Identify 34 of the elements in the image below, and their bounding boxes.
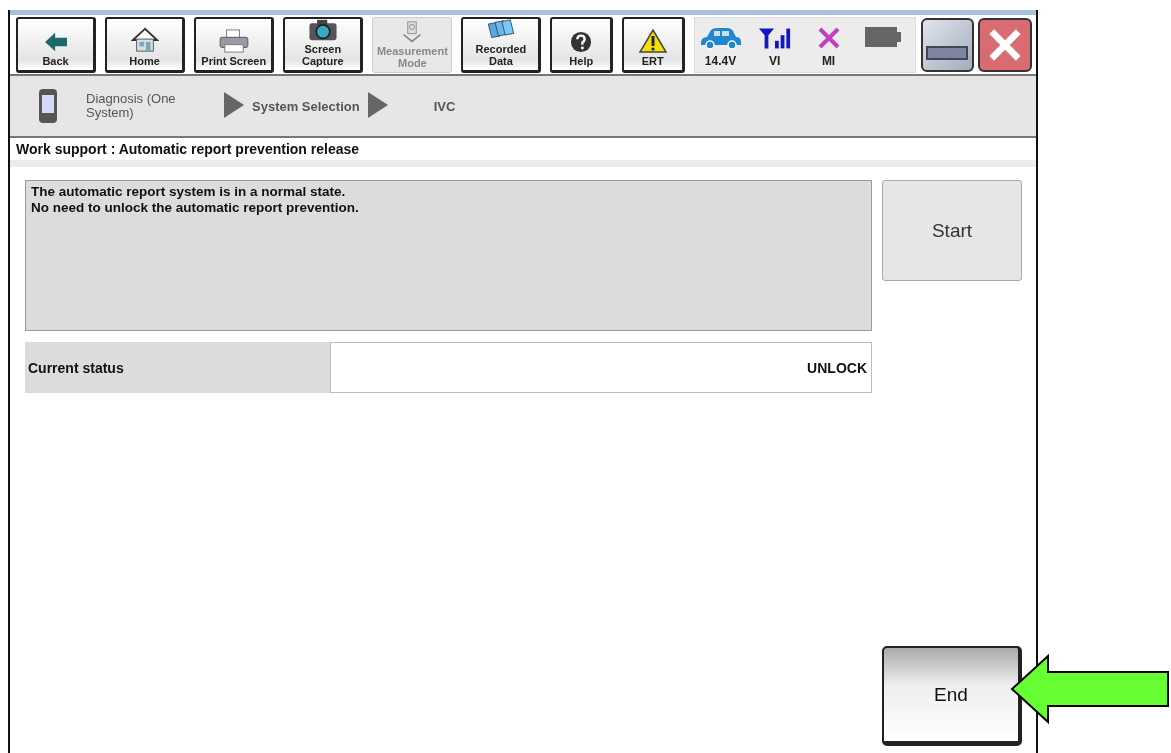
toolbar-button[interactable]: Screen Capture <box>283 17 364 73</box>
printer-icon <box>217 29 250 53</box>
triangle-icon <box>367 91 388 118</box>
triangle-icon <box>224 91 244 118</box>
status-text: VI <box>768 54 781 68</box>
page-title: Work support : Automatic report prevention release <box>10 138 1036 167</box>
toolbar-button[interactable]: Back <box>16 17 97 73</box>
status-value: UNLOCK <box>330 342 872 393</box>
toolbar-button[interactable]: Home <box>105 17 186 73</box>
handheld-device-icon <box>38 88 58 124</box>
breadcrumb-item[interactable]: Diagnosis (One System) <box>86 92 204 120</box>
cross-icon <box>816 26 841 50</box>
close-button[interactable] <box>978 18 1032 72</box>
help-icon <box>570 31 593 53</box>
battery-icon <box>862 26 903 48</box>
camera-icon <box>306 19 339 41</box>
end-button[interactable]: End <box>882 646 1022 746</box>
status-label: Current status <box>25 342 330 393</box>
toolbar-button[interactable]: Help <box>550 17 613 73</box>
breadcrumb-item[interactable]: System Selection <box>252 98 360 114</box>
message-line: No need to unlock the automatic report prevention. <box>31 200 360 216</box>
toolbar-button[interactable]: Recorded Data <box>461 17 542 73</box>
car-icon <box>698 26 743 50</box>
signal-icon <box>757 26 792 50</box>
meter-icon <box>401 21 424 43</box>
warning-icon <box>638 29 667 53</box>
toolbar-button[interactable]: ERT <box>622 17 685 73</box>
toolbar-button[interactable]: Print Screen <box>194 17 275 73</box>
house-icon <box>130 27 159 53</box>
status-text: MI <box>821 54 836 68</box>
breadcrumb-item[interactable]: IVC <box>433 98 456 114</box>
message-line: The automatic report system is in a normal state. <box>31 184 347 200</box>
minimize-button[interactable] <box>920 18 975 72</box>
status-text: 14.4V <box>704 54 737 68</box>
